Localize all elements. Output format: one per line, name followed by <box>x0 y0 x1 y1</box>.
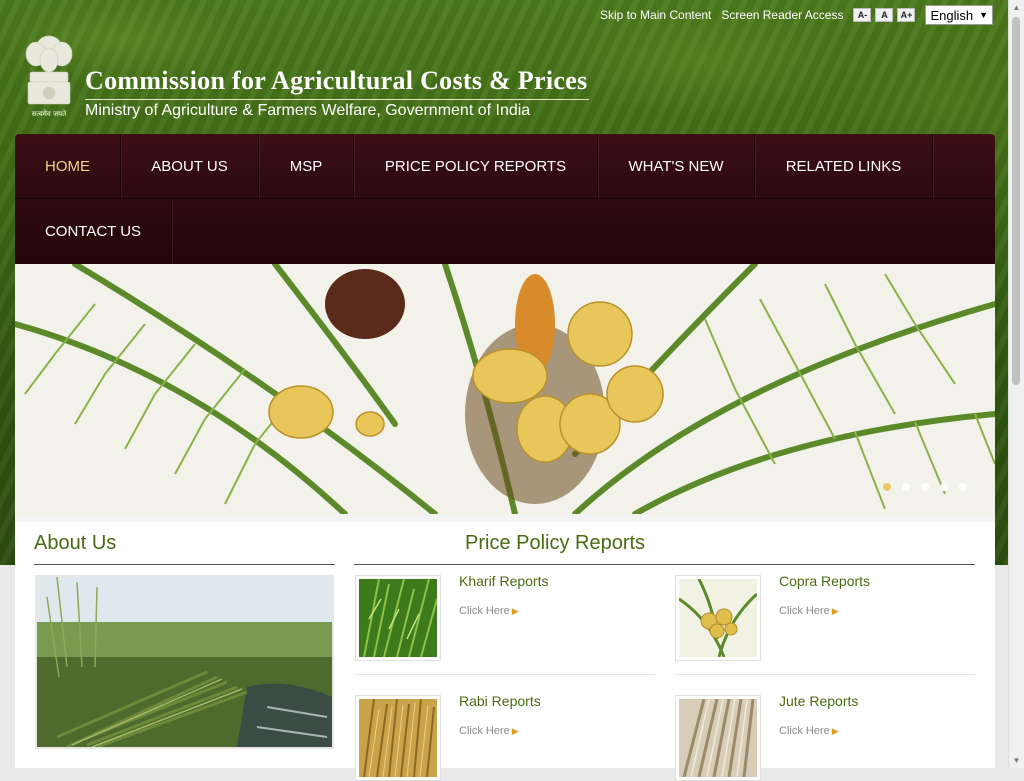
report-divider <box>674 674 975 675</box>
national-emblem-logo[interactable]: सत्यमेव जयते <box>22 32 76 120</box>
copra-thumbnail[interactable] <box>675 575 761 661</box>
kharif-reports-title[interactable]: Kharif Reports <box>459 573 548 589</box>
nav-related-links[interactable]: RELATED LINKS <box>755 134 933 198</box>
coconut-tree-image <box>15 264 995 514</box>
nav-about-us[interactable]: ABOUT US <box>121 134 259 198</box>
slider-dot-4[interactable] <box>940 483 948 491</box>
scroll-up-icon[interactable]: ▲ <box>1009 0 1024 15</box>
page-scrollbar[interactable]: ▲ ▼ <box>1008 0 1024 768</box>
font-increase-button[interactable]: A+ <box>897 8 916 22</box>
font-normal-button[interactable]: A <box>875 8 894 22</box>
scroll-down-icon[interactable]: ▼ <box>1009 753 1024 768</box>
emblem-caption: सत्यमेव जयते <box>32 109 67 118</box>
copra-click-here-link[interactable]: Click Here ▶ <box>779 605 839 617</box>
screen-reader-link[interactable]: Screen Reader Access <box>721 8 843 22</box>
copra-reports-title[interactable]: Copra Reports <box>779 573 870 589</box>
jute-click-here-label: Click Here <box>779 725 830 737</box>
nav-msp[interactable]: MSP <box>259 134 354 198</box>
arrow-right-icon: ▶ <box>831 726 839 736</box>
font-decrease-button[interactable]: A- <box>853 8 872 22</box>
site-title[interactable]: Commission for Agricultural Costs & Pric… <box>85 66 587 96</box>
scrollbar-thumb[interactable] <box>1012 17 1020 385</box>
skip-to-main-link[interactable]: Skip to Main Content <box>600 8 711 22</box>
kharif-click-here-label: Click Here <box>459 605 510 617</box>
utility-bar: Skip to Main Content Screen Reader Acces… <box>600 5 994 25</box>
about-heading-rule <box>34 564 335 565</box>
arrow-right-icon: ▶ <box>511 606 519 616</box>
arrow-right-icon: ▶ <box>511 726 519 736</box>
rabi-reports-title[interactable]: Rabi Reports <box>459 693 541 709</box>
slider-dot-3[interactable] <box>921 483 929 491</box>
nav-whats-new[interactable]: WHAT'S NEW <box>598 134 755 198</box>
report-divider <box>354 674 655 675</box>
chevron-down-icon: ▼ <box>979 10 989 20</box>
about-us-heading: About Us <box>34 532 117 554</box>
slider-pagination <box>883 483 978 491</box>
arrow-right-icon: ▶ <box>831 606 839 616</box>
about-us-image[interactable] <box>35 575 334 749</box>
title-divider <box>85 99 589 100</box>
kharif-thumbnail[interactable] <box>355 575 441 661</box>
site-subtitle: Ministry of Agriculture & Farmers Welfar… <box>85 102 531 119</box>
slider-dot-1[interactable] <box>883 483 891 491</box>
main-navigation: HOME ABOUT US MSP PRICE POLICY REPORTS W… <box>15 134 995 264</box>
slider-dot-2[interactable] <box>902 483 910 491</box>
rabi-click-here-label: Click Here <box>459 725 510 737</box>
copra-click-here-label: Click Here <box>779 605 830 617</box>
language-select[interactable]: English ▼ <box>925 5 994 25</box>
kharif-click-here-link[interactable]: Click Here ▶ <box>459 605 519 617</box>
hero-slider[interactable] <box>15 264 995 514</box>
nav-contact-us[interactable]: CONTACT US <box>15 199 172 263</box>
rabi-thumbnail[interactable] <box>355 695 441 781</box>
nav-home[interactable]: HOME <box>15 134 121 198</box>
nav-price-policy-reports[interactable]: PRICE POLICY REPORTS <box>354 134 598 198</box>
jute-thumbnail[interactable] <box>675 695 761 781</box>
price-policy-reports-heading: Price Policy Reports <box>465 532 646 554</box>
slider-dot-5[interactable] <box>959 483 967 491</box>
jute-click-here-link[interactable]: Click Here ▶ <box>779 725 839 737</box>
rabi-click-here-link[interactable]: Click Here ▶ <box>459 725 519 737</box>
reports-heading-rule <box>354 564 975 565</box>
language-select-value: English <box>930 7 974 23</box>
jute-reports-title[interactable]: Jute Reports <box>779 693 858 709</box>
